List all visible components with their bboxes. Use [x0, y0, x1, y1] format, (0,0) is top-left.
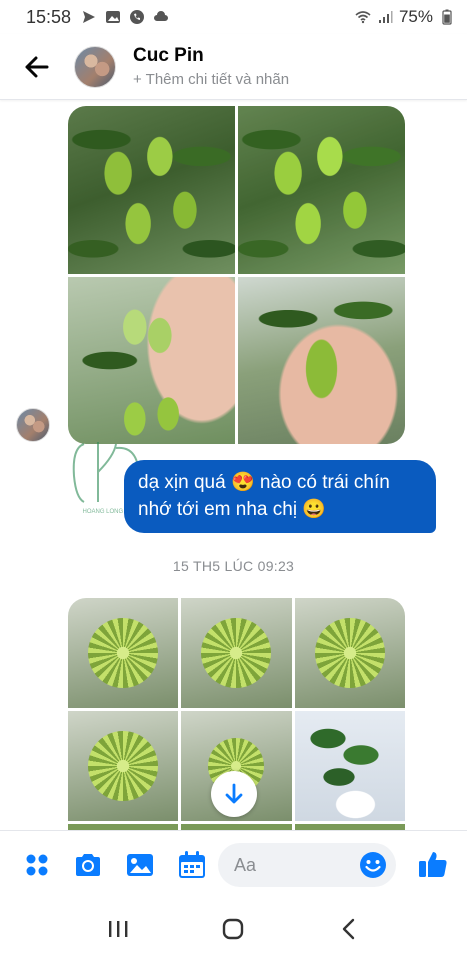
gallery-notification-icon: [106, 11, 121, 23]
photo-fruit-in-hand-1[interactable]: [68, 276, 235, 444]
photo-flower-4[interactable]: [68, 711, 179, 821]
status-system-icons: 75%: [355, 7, 455, 27]
system-nav-bar: [0, 898, 467, 960]
conversation-header: Cuc Pin + Thêm chi tiết và nhãn: [0, 34, 467, 100]
calendar-icon: [179, 851, 205, 878]
flower-cluster: [88, 731, 159, 801]
calendar-button[interactable]: [177, 850, 207, 880]
flower-cluster: [314, 618, 385, 688]
like-button[interactable]: [418, 849, 448, 879]
sender-avatar[interactable]: [16, 408, 50, 442]
status-notification-icons: [81, 9, 169, 25]
gallery-button[interactable]: [125, 850, 155, 880]
add-details-link[interactable]: + Thêm chi tiết và nhãn: [133, 71, 289, 88]
arrow-down-icon: [225, 783, 243, 804]
chevron-left-icon: [342, 918, 355, 940]
camera-button[interactable]: [73, 850, 103, 880]
photo-flower-2[interactable]: [181, 598, 292, 708]
battery-icon: [442, 9, 452, 25]
cloud-icon: [154, 11, 169, 21]
emoji-icon: [360, 852, 386, 878]
incoming-photo-grid: [68, 106, 405, 444]
back-nav-button[interactable]: [329, 909, 369, 949]
signal-icon: [378, 11, 393, 23]
arrow-left-icon: [25, 56, 49, 77]
back-button[interactable]: [22, 52, 52, 82]
image-icon: [127, 854, 153, 876]
message-composer: [0, 830, 467, 898]
camera-icon: [76, 854, 100, 876]
photo-flower-3[interactable]: [294, 598, 405, 708]
photo-flower-1[interactable]: [68, 598, 179, 708]
contact-avatar[interactable]: [74, 45, 116, 88]
home-button[interactable]: [213, 909, 253, 949]
outgoing-message-bubble[interactable]: dạ xịn quá 😍 nào có trái chín nhớ tới em…: [124, 460, 436, 533]
photo-fruit-in-hand-2[interactable]: [238, 276, 405, 444]
photo-fruit-tree-2[interactable]: [238, 106, 405, 274]
recent-apps-button[interactable]: [98, 909, 138, 949]
four-dots-icon: [26, 854, 48, 876]
contact-name: Cuc Pin: [133, 45, 204, 66]
scroll-down-button[interactable]: [211, 771, 257, 817]
more-actions-button[interactable]: [22, 850, 52, 880]
contact-info[interactable]: Cuc Pin + Thêm chi tiết và nhãn: [133, 45, 289, 88]
wifi-icon: [355, 11, 371, 24]
photo-fruit-tree-1[interactable]: [68, 106, 235, 274]
status-bar: 15:58 75%: [0, 0, 467, 34]
emoji-button[interactable]: [358, 850, 388, 880]
phone-icon: [130, 10, 145, 24]
home-icon: [223, 918, 244, 940]
flower-cluster: [201, 618, 272, 688]
recent-apps-icon: [108, 921, 128, 937]
thumbs-up-icon: [419, 852, 447, 877]
send-icon: [83, 11, 96, 23]
battery-percent: 75%: [398, 7, 433, 26]
photo-vine-pot[interactable]: [294, 711, 405, 821]
flower-cluster: [88, 618, 159, 688]
status-time: 15:58: [26, 6, 72, 27]
message-timestamp: 15 TH5 LÚC 09:23: [172, 558, 295, 574]
